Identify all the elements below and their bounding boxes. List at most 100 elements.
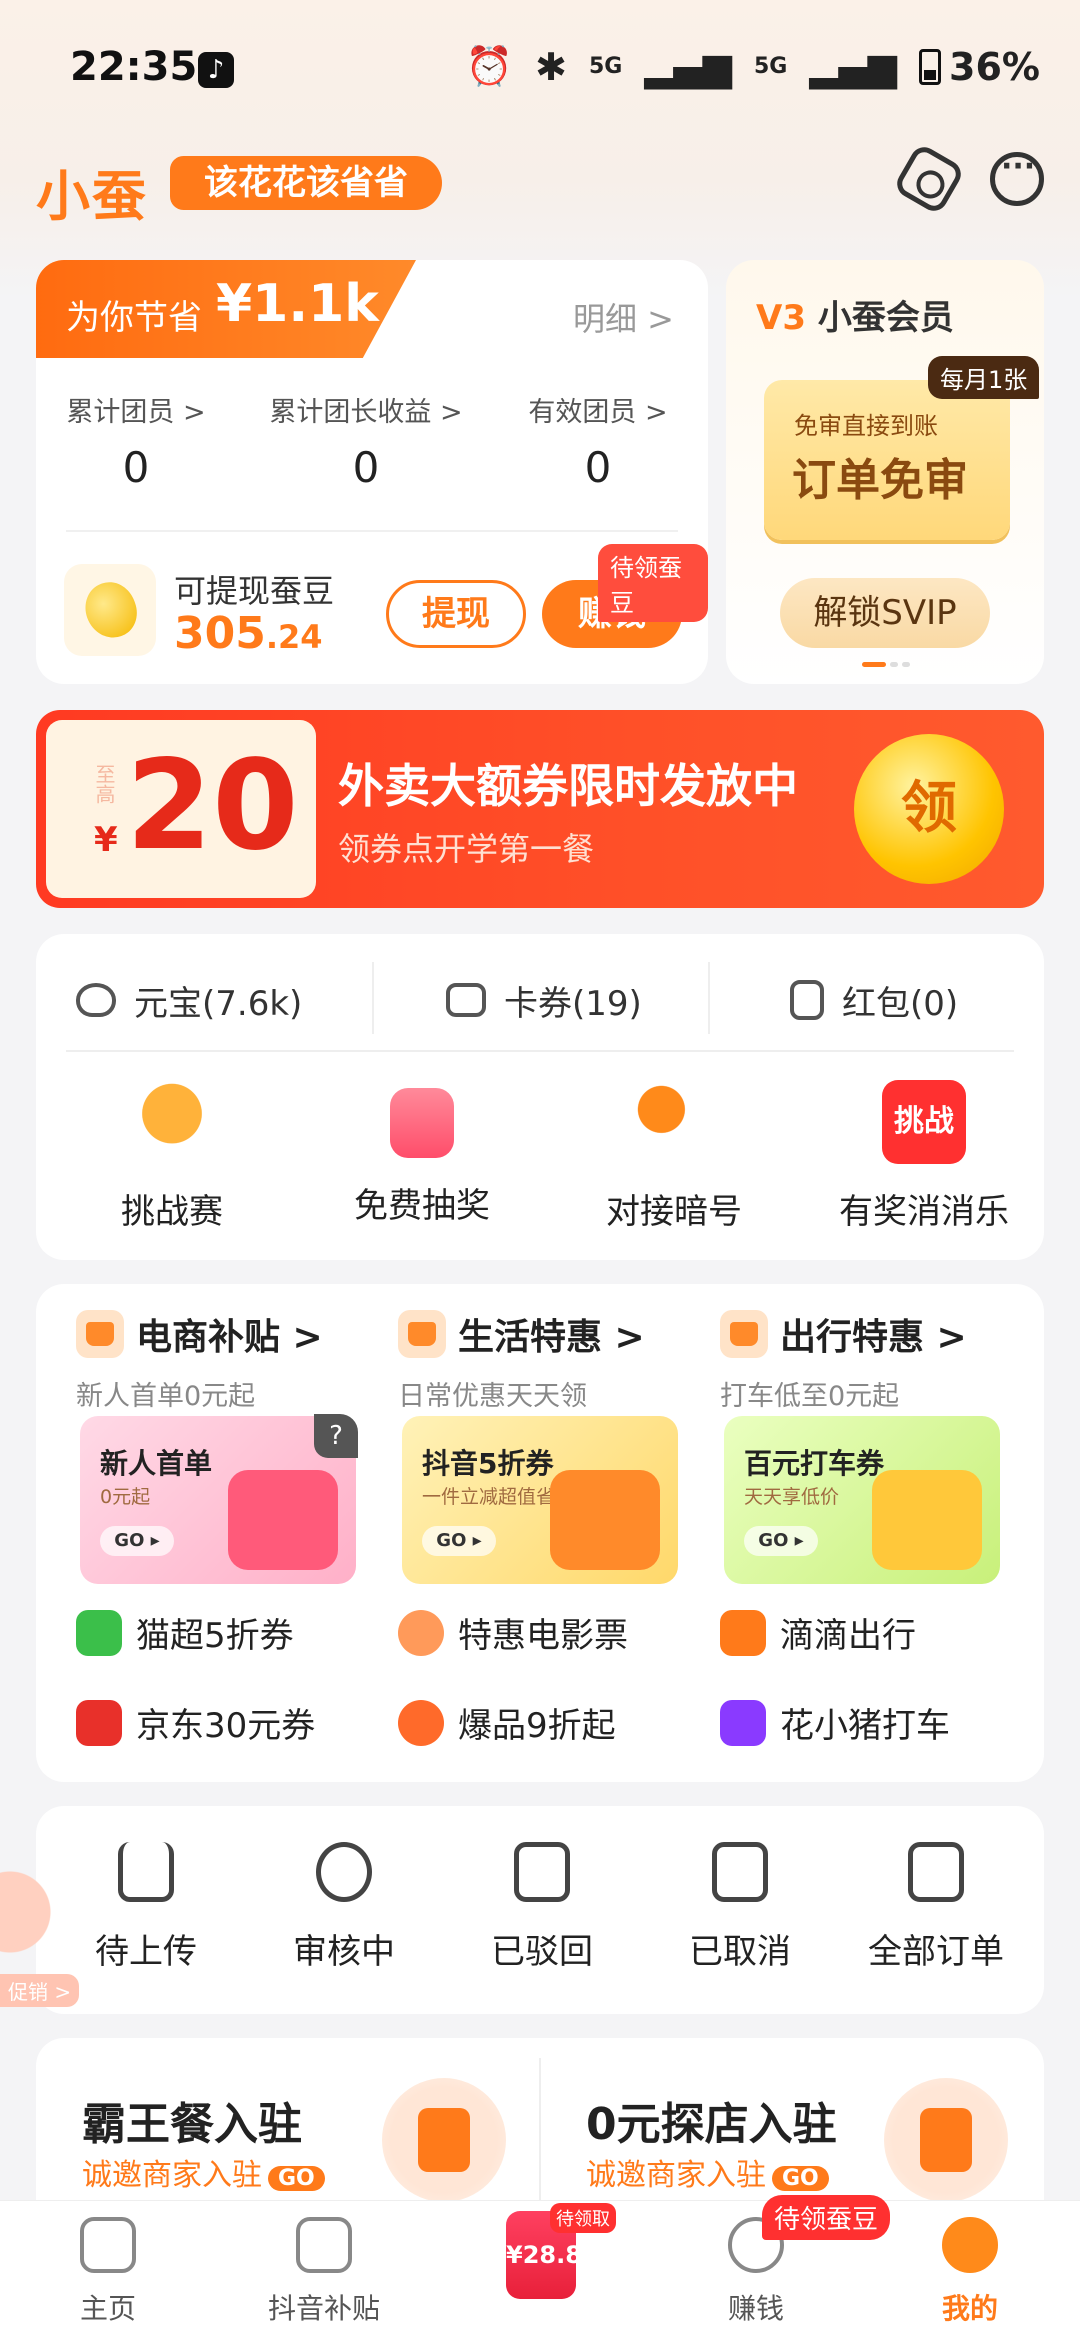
bean-balance-dec: .24 bbox=[265, 618, 323, 656]
order-rejected[interactable]: 已驳回 bbox=[452, 1842, 632, 1973]
link-huaxiaozhu[interactable]: 花小猪打车 bbox=[720, 1698, 950, 1747]
order-pending-upload[interactable]: 待上传 bbox=[56, 1842, 236, 1973]
side-float-label: 促销 > bbox=[0, 1974, 80, 2007]
vip-coupon-line2: 订单免审 bbox=[792, 455, 968, 506]
activity-label: 有奖消消乐 bbox=[839, 1192, 1009, 1232]
shop-icon bbox=[884, 2078, 1008, 2202]
nav-earn-badge: 待领蚕豆 bbox=[762, 2195, 891, 2240]
cart-icon bbox=[76, 1310, 124, 1358]
wallet-red-packet[interactable]: 红包(0) bbox=[790, 970, 958, 1030]
withdraw-button[interactable]: 提现 bbox=[386, 580, 526, 648]
stat-leader-earnings[interactable]: 累计团长收益 > 0 bbox=[246, 390, 486, 492]
ticket-icon bbox=[446, 983, 486, 1017]
nav-mine[interactable]: 我的 bbox=[890, 2217, 1050, 2327]
basket-image bbox=[228, 1470, 338, 1570]
separator bbox=[372, 962, 374, 1034]
order-reviewing[interactable]: 审核中 bbox=[254, 1842, 434, 1973]
signal-1: 5G bbox=[588, 54, 623, 79]
activity-challenge[interactable]: 挑战赛 bbox=[62, 1080, 282, 1233]
unlock-svip-button[interactable]: 解锁SVIP bbox=[780, 578, 990, 648]
merchant-title[interactable]: 0元探店入驻 bbox=[586, 2088, 837, 2152]
wallet-tickets[interactable]: 卡券(19) bbox=[446, 970, 642, 1030]
gift-icon bbox=[390, 1088, 454, 1158]
savings-tab: 为你节省 ¥1.1k bbox=[36, 260, 416, 358]
app-slogan: 该花花该省省 bbox=[170, 156, 442, 210]
bean-balance-int: 305 bbox=[174, 608, 266, 659]
coupon-amount: 20 bbox=[126, 734, 299, 878]
activity-code[interactable]: 对接暗号 bbox=[564, 1080, 784, 1233]
stat-title: 累计团员 > bbox=[66, 397, 206, 428]
jd-icon bbox=[76, 1699, 122, 1746]
merchant-subtitle[interactable]: 诚邀商家入驻 GO bbox=[586, 2150, 829, 2194]
stat-members[interactable]: 累计团员 > 0 bbox=[36, 390, 236, 492]
link-label: 京东30元券 bbox=[136, 1706, 316, 1746]
side-float-promo[interactable]: 促销 > bbox=[0, 1862, 80, 2007]
go-button[interactable]: GO ▸ bbox=[744, 1526, 818, 1556]
banner-subtitle: 领券点开学第一餐 bbox=[338, 830, 595, 868]
go-button[interactable]: GO ▸ bbox=[100, 1526, 174, 1556]
link-hot-deals[interactable]: 爆品9折起 bbox=[398, 1698, 616, 1747]
benefit-travel[interactable]: 出行特惠 > 打车低至0元起 bbox=[720, 1308, 1020, 1413]
activity-lottery[interactable]: 免费抽奖 bbox=[312, 1080, 532, 1227]
didi-icon bbox=[720, 1609, 766, 1656]
status-time: 22:35 bbox=[70, 44, 198, 90]
coupon-currency: ¥ bbox=[94, 820, 118, 860]
nav-douyin-subsidy[interactable]: 抖音补贴 bbox=[244, 2217, 404, 2327]
bean-label: 可提现蚕豆 bbox=[174, 572, 335, 610]
stat-valid-members[interactable]: 有效团员 > 0 bbox=[498, 390, 698, 492]
shopping-bag-image bbox=[550, 1470, 660, 1570]
order-label: 全部订单 bbox=[868, 1932, 1004, 1972]
activity-match-game[interactable]: 挑战 有奖消消乐 bbox=[806, 1080, 1042, 1233]
order-all[interactable]: 全部订单 bbox=[836, 1842, 1036, 1973]
nav-home[interactable]: 主页 bbox=[28, 2217, 188, 2327]
stat-value: 0 bbox=[584, 443, 612, 492]
home-icon bbox=[80, 2217, 136, 2273]
vip-card[interactable]: V3 小蚕会员 免审直接到账 订单免审 每月1张 解锁SVIP bbox=[726, 260, 1044, 684]
benefit-subtitle: 日常优惠天天领 bbox=[398, 1381, 587, 1412]
tile-taxi-coupon[interactable]: 百元打车券 天天享低价 GO ▸ bbox=[724, 1416, 1000, 1584]
ingot-icon bbox=[76, 983, 116, 1017]
tile-title: 百元打车券 bbox=[744, 1447, 885, 1480]
tile-title: 抖音5折券 bbox=[422, 1447, 554, 1480]
douyin-bag-icon bbox=[296, 2217, 352, 2273]
rejected-icon bbox=[514, 1842, 570, 1902]
link-didi[interactable]: 滴滴出行 bbox=[720, 1608, 916, 1657]
signal-2: 5G bbox=[753, 54, 788, 79]
tile-new-user[interactable]: 新人首单 0元起 GO ▸ ? bbox=[80, 1414, 358, 1584]
coupon-banner[interactable]: 至高 ¥ 20 外卖大额券限时发放中 领券点开学第一餐 领 bbox=[36, 710, 1044, 908]
pending-beans-badge: 待领蚕豆 bbox=[598, 544, 708, 622]
benefit-subtitle: 打车低至0元起 bbox=[720, 1381, 900, 1412]
bottom-nav: 主页 抖音补贴 ¥28.8 待领取 赚钱 待领蚕豆 我的 bbox=[0, 2195, 1080, 2344]
order-cancelled[interactable]: 已取消 bbox=[650, 1842, 830, 1973]
wallet-ingot[interactable]: 元宝(7.6k) bbox=[76, 970, 302, 1030]
go-button[interactable]: GO ▸ bbox=[422, 1526, 496, 1556]
tile-subtitle: 一件立减超值省 bbox=[422, 1486, 556, 1508]
savings-detail-link[interactable]: 明细 > bbox=[573, 294, 674, 340]
carousel-dots bbox=[862, 662, 910, 667]
link-jd[interactable]: 京东30元券 bbox=[76, 1698, 315, 1747]
benefits-card: 电商补贴 > 新人首单0元起 生活特惠 > 日常优惠天天领 出行特惠 > 打车低… bbox=[36, 1284, 1044, 1782]
order-label: 审核中 bbox=[293, 1932, 395, 1972]
benefit-life[interactable]: 生活特惠 > 日常优惠天天领 bbox=[398, 1308, 698, 1413]
stat-title: 有效团员 > bbox=[528, 397, 668, 428]
clock-icon bbox=[316, 1842, 372, 1902]
app-logo: 小蚕 bbox=[36, 165, 148, 228]
merchant-subtitle[interactable]: 诚邀商家入驻 GO bbox=[82, 2150, 325, 2194]
savings-card: 为你节省 ¥1.1k 明细 > 累计团员 > 0 累计团长收益 > 0 有效团员… bbox=[36, 260, 708, 684]
merchant-title[interactable]: 霸王餐入驻 bbox=[82, 2088, 302, 2152]
help-icon[interactable]: ? bbox=[314, 1414, 358, 1458]
message-icon[interactable] bbox=[990, 149, 1044, 206]
link-tmall[interactable]: 猫超5折券 bbox=[76, 1608, 294, 1657]
coupon-min-label: 至高 bbox=[92, 764, 116, 804]
nav-label: 我的 bbox=[941, 2292, 998, 2325]
link-movie[interactable]: 特惠电影票 bbox=[398, 1608, 628, 1657]
tile-douyin-coupon[interactable]: 抖音5折券 一件立减超值省 GO ▸ bbox=[402, 1416, 678, 1584]
wallet-tickets-label: 卡券(19) bbox=[504, 983, 642, 1024]
order-label: 待上传 bbox=[95, 1932, 197, 1972]
claim-coin-button[interactable]: 领 bbox=[854, 734, 1004, 884]
savings-label: 为你节省 bbox=[66, 298, 202, 338]
benefit-ecommerce[interactable]: 电商补贴 > 新人首单0元起 bbox=[76, 1308, 376, 1413]
battery-icon bbox=[919, 48, 942, 85]
hot-deals-icon bbox=[398, 1699, 444, 1746]
benefit-title: 出行特惠 > bbox=[780, 1317, 967, 1358]
